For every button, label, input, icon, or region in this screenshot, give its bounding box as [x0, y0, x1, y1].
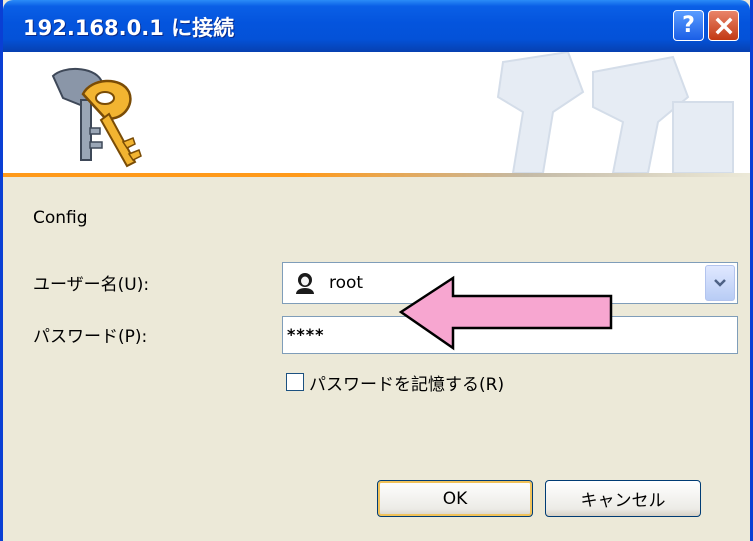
- annotation-arrow: [398, 275, 613, 351]
- help-icon: ?: [682, 13, 695, 38]
- realm-text: Config: [33, 208, 88, 228]
- cancel-button-label: キャンセル: [580, 491, 666, 511]
- keys-icon: [51, 68, 142, 168]
- close-icon: [715, 17, 732, 34]
- password-value: ****: [287, 325, 325, 344]
- dropdown-button[interactable]: [705, 265, 735, 301]
- remember-password-label[interactable]: パスワードを記憶する(R): [309, 370, 504, 395]
- window-title: 192.168.0.1 に接続: [23, 16, 235, 40]
- login-dialog: 192.168.0.1 に接続 ? Config ユーザー名(U): root …: [0, 0, 753, 541]
- help-button[interactable]: ?: [673, 10, 704, 41]
- ok-button-label: OK: [442, 488, 468, 509]
- cancel-button[interactable]: キャンセル: [545, 480, 701, 517]
- username-value: root: [329, 273, 364, 293]
- chevron-down-icon: [714, 279, 726, 287]
- user-icon: [296, 273, 314, 294]
- ok-button[interactable]: OK: [377, 480, 533, 517]
- username-label: ユーザー名(U):: [33, 275, 150, 295]
- banner: [3, 52, 750, 173]
- keys-watermark: [496, 52, 734, 173]
- banner-divider: [3, 173, 750, 177]
- title-bar[interactable]: 192.168.0.1 に接続 ?: [3, 0, 750, 52]
- password-label: パスワード(P):: [33, 327, 148, 347]
- close-button[interactable]: [708, 10, 739, 41]
- remember-password-checkbox[interactable]: [286, 373, 304, 391]
